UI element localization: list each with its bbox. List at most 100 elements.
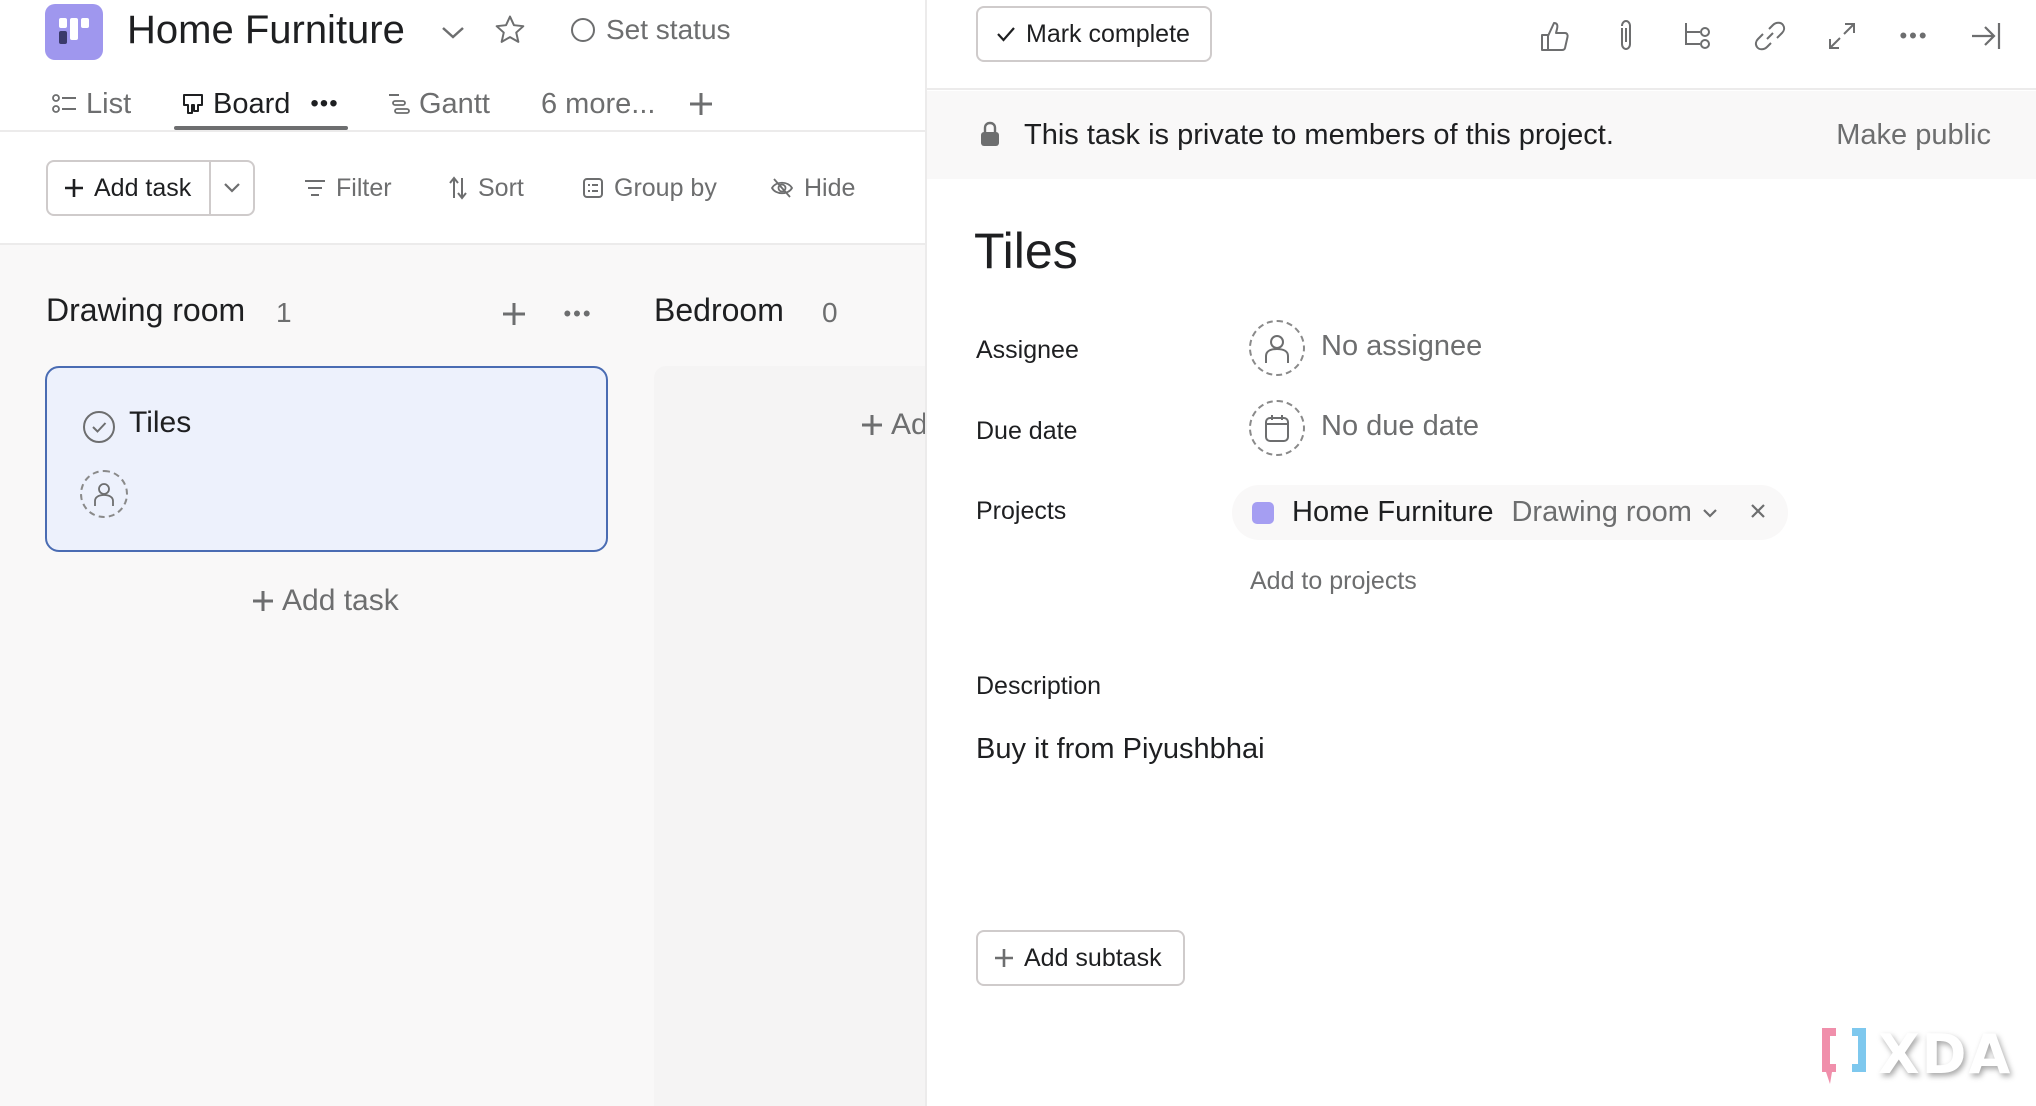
column-add-plus-icon[interactable] xyxy=(498,298,530,330)
tab-list-label: List xyxy=(86,87,132,120)
project-color-swatch xyxy=(1252,501,1274,524)
remove-project-icon[interactable] xyxy=(1750,497,1766,519)
eye-slash-icon xyxy=(770,178,794,198)
due-date-picker[interactable] xyxy=(1249,400,1305,456)
watermark-text: XDA xyxy=(1878,1022,2013,1086)
add-to-projects-link[interactable]: Add to projects xyxy=(1250,567,1417,596)
due-date-value[interactable]: No due date xyxy=(1321,410,1479,443)
tab-gantt-label: Gantt xyxy=(419,87,490,120)
tab-list[interactable]: List xyxy=(52,82,131,126)
tab-gantt[interactable]: Gantt xyxy=(387,82,490,126)
project-menu-chevron-icon[interactable] xyxy=(436,16,470,50)
close-panel-icon[interactable] xyxy=(1964,14,2008,58)
assignee-value[interactable]: No assignee xyxy=(1321,330,1482,363)
attachment-icon[interactable] xyxy=(1604,14,1648,58)
project-board-panel: Home Furniture Set status List Board •••… xyxy=(0,0,925,1106)
column-add-task-link[interactable]: Ad xyxy=(861,408,925,442)
column-add-task-label: Ad xyxy=(891,408,925,441)
plus-icon xyxy=(253,591,273,611)
privacy-banner: This task is private to members of this … xyxy=(927,91,2036,179)
view-tabs: List Board ••• Gantt 6 more... xyxy=(0,78,925,132)
thumbs-up-icon[interactable] xyxy=(1532,14,1576,58)
assignee-label: Assignee xyxy=(976,336,1079,364)
filter-button[interactable]: Filter xyxy=(304,164,392,212)
add-task-dropdown[interactable] xyxy=(211,162,253,214)
description-label: Description xyxy=(976,672,1102,700)
project-pill: Home Furniture Drawing room xyxy=(1232,485,1788,540)
section-dropdown[interactable]: Drawing room xyxy=(1511,496,1718,529)
subtask-icon[interactable] xyxy=(1676,14,1720,58)
project-title: Home Furniture xyxy=(127,8,405,52)
card-assignee-avatar[interactable] xyxy=(80,470,128,518)
column-add-task-link[interactable]: Add task xyxy=(252,584,399,618)
sort-button[interactable]: Sort xyxy=(448,164,524,212)
section-name: Drawing room xyxy=(1511,496,1692,528)
project-logo[interactable] xyxy=(45,4,103,60)
group-by-label: Group by xyxy=(614,173,717,202)
chevron-down-icon xyxy=(224,183,240,193)
description-text[interactable]: Buy it from Piyushbhai xyxy=(976,733,1265,766)
task-card[interactable]: Tiles xyxy=(45,366,608,552)
board-icon xyxy=(183,94,203,114)
projects-label: Projects xyxy=(976,497,1067,525)
board-toolbar: Add task Filter Sort Group by Hide xyxy=(0,150,925,230)
task-title[interactable]: Tiles xyxy=(974,222,1078,280)
user-icon xyxy=(94,483,114,506)
empty-column-dropzone xyxy=(654,366,925,1106)
lock-icon xyxy=(981,121,999,146)
xda-logo-icon xyxy=(1822,1028,1866,1084)
filter-icon xyxy=(305,180,325,196)
board-tab-more-icon[interactable]: ••• xyxy=(310,90,338,118)
mark-complete-button[interactable]: Mark complete xyxy=(976,6,1212,62)
more-actions-icon[interactable]: ••• xyxy=(1892,14,1936,58)
plus-icon xyxy=(862,415,882,435)
complete-check-icon[interactable] xyxy=(82,410,116,444)
sort-icon xyxy=(449,176,467,200)
add-subtask-button[interactable]: Add subtask xyxy=(976,930,1185,986)
add-view-plus-icon[interactable] xyxy=(686,82,716,126)
project-header: Home Furniture Set status List Board •••… xyxy=(0,0,925,245)
column-title[interactable]: Drawing room xyxy=(46,292,245,329)
star-icon[interactable] xyxy=(490,10,530,50)
add-subtask-label: Add subtask xyxy=(1024,943,1162,972)
set-status-label: Set status xyxy=(606,14,731,45)
xda-watermark: XDA xyxy=(1818,1020,2012,1088)
column-title[interactable]: Bedroom xyxy=(654,292,784,329)
mark-complete-label: Mark complete xyxy=(1026,19,1190,48)
add-task-button[interactable]: Add task xyxy=(48,162,211,214)
chevron-down-icon xyxy=(1703,508,1717,518)
filter-label: Filter xyxy=(336,173,392,202)
expand-icon[interactable] xyxy=(1820,14,1864,58)
set-status-button[interactable]: Set status xyxy=(570,14,731,46)
column-more-icon[interactable]: ••• xyxy=(558,298,598,330)
assignee-avatar[interactable] xyxy=(1249,320,1305,376)
task-card-title: Tiles xyxy=(129,406,192,439)
hide-label: Hide xyxy=(804,173,856,202)
tab-more-views[interactable]: 6 more... xyxy=(541,82,655,126)
list-icon xyxy=(52,94,76,113)
tab-board-label: Board xyxy=(213,87,291,120)
link-icon[interactable] xyxy=(1748,14,1792,58)
sort-label: Sort xyxy=(478,173,524,202)
active-tab-indicator xyxy=(174,126,348,130)
task-detail-panel: Mark complete ••• This task is private t… xyxy=(925,0,2036,1106)
calendar-icon xyxy=(1265,415,1289,442)
tab-board[interactable]: Board ••• xyxy=(181,82,339,126)
due-date-label: Due date xyxy=(976,417,1078,445)
hide-button[interactable]: Hide xyxy=(770,164,855,212)
add-task-label: Add task xyxy=(94,173,192,202)
status-circle-icon xyxy=(571,18,595,42)
user-icon xyxy=(1265,335,1289,363)
check-icon xyxy=(997,27,1015,42)
add-task-split-button: Add task xyxy=(46,160,255,216)
task-detail-toolbar: Mark complete ••• xyxy=(927,0,2036,90)
make-public-link[interactable]: Make public xyxy=(1836,119,1991,152)
column-count: 0 xyxy=(822,297,838,328)
plus-icon xyxy=(995,949,1013,967)
group-by-icon xyxy=(583,178,603,198)
project-name[interactable]: Home Furniture xyxy=(1292,496,1493,529)
column-add-task-label: Add task xyxy=(282,584,399,617)
privacy-text: This task is private to members of this … xyxy=(1024,119,1614,151)
group-by-button[interactable]: Group by xyxy=(582,164,717,212)
plus-icon xyxy=(65,179,83,197)
